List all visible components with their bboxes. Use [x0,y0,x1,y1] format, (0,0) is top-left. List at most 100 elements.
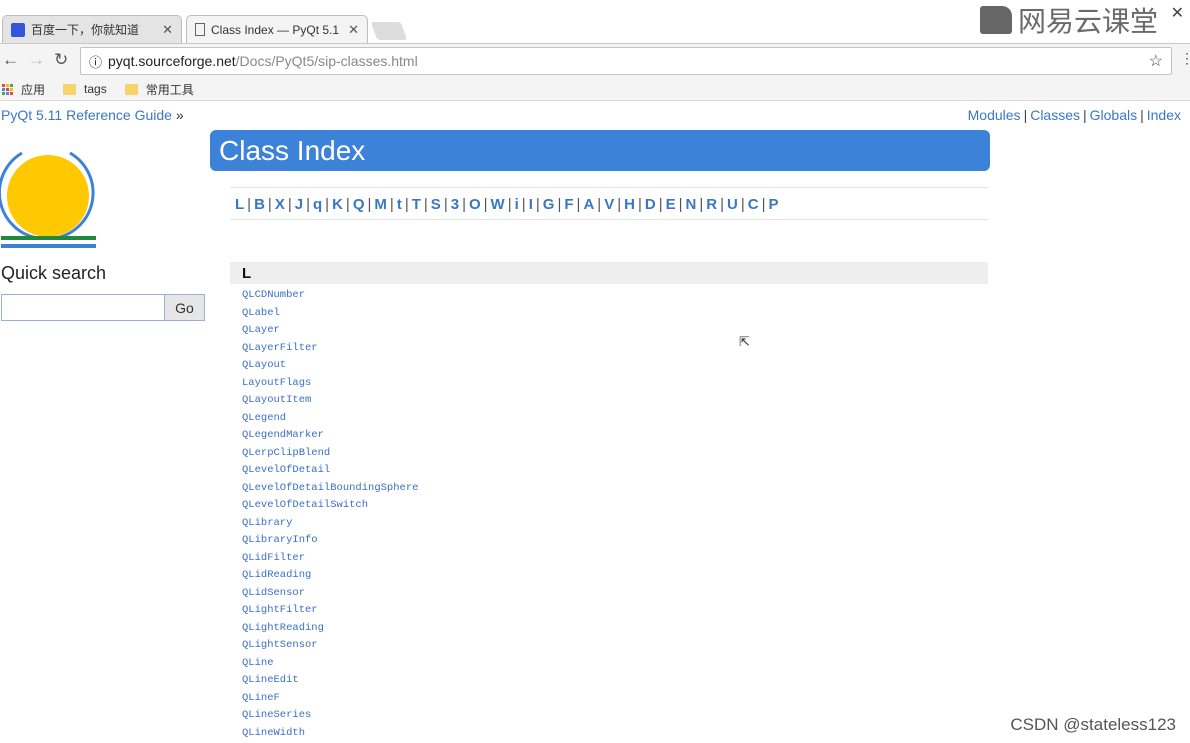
class-link[interactable]: QLibraryInfo [242,532,418,550]
class-link[interactable]: QLevelOfDetailSwitch [242,497,418,515]
page-title: Class Index [210,130,990,171]
class-link[interactable]: QLidReading [242,567,418,585]
class-link[interactable]: QLegend [242,410,418,428]
class-link[interactable]: LayoutFlags [242,375,418,393]
bookmark-apps[interactable]: 应用 [0,81,45,98]
letter-link[interactable]: V [604,196,614,213]
letter-link[interactable]: A [583,196,594,213]
folder-icon [124,83,138,95]
star-icon[interactable]: ☆ [1149,51,1163,71]
info-icon[interactable]: ⓘ [89,52,102,71]
window-close-icon[interactable]: ✕ [1171,3,1184,23]
letter-link[interactable]: q [313,196,322,213]
letter-link[interactable]: t [397,196,402,213]
menu-icon[interactable]: ⋮ [1180,50,1190,67]
letter-separator: | [483,196,488,213]
letter-link[interactable]: N [686,196,697,213]
link-index[interactable]: Index [1147,107,1181,123]
section-heading: L [230,262,988,284]
letter-separator: | [507,196,512,213]
letter-link[interactable]: S [431,196,441,213]
class-link[interactable]: QLightReading [242,620,418,638]
class-link[interactable]: QLineF [242,690,418,708]
tab-baidu[interactable]: 百度一下，你就知道 ✕ [2,15,182,43]
top-nav: Modules | Classes | Globals | Index [967,107,1181,123]
class-link[interactable]: QLayout [242,357,418,375]
letter-link[interactable]: P [769,196,779,213]
letter-index: L | B | X | J | q | K | Q | M | t | T | S | 3 | O | W | i | I | G | F | A | V |… [230,187,988,220]
letter-link[interactable]: D [645,196,656,213]
letter-link[interactable]: M [374,196,387,213]
class-link[interactable]: QLightSensor [242,637,418,655]
letter-separator: | [345,196,350,213]
breadcrumb-link[interactable]: PyQt 5.11 Reference Guide [1,107,172,123]
class-link[interactable]: QLevelOfDetail [242,462,418,480]
letter-separator: | [576,196,581,213]
pyqt-logo[interactable] [0,150,98,250]
new-tab-button[interactable] [370,22,408,40]
class-link[interactable]: QLabel [242,305,418,323]
class-link[interactable]: QLerpClipBlend [242,445,418,463]
letter-link[interactable]: i [515,196,519,213]
letter-link[interactable]: J [295,196,303,213]
class-link[interactable]: QLayerFilter [242,340,418,358]
paw-icon [11,22,25,37]
link-globals[interactable]: Globals [1090,107,1137,123]
watermark-csdn: CSDN @stateless123 [1010,715,1176,734]
letter-link[interactable]: X [275,196,285,213]
link-modules[interactable]: Modules [968,107,1021,123]
class-link[interactable]: QLidSensor [242,585,418,603]
class-link[interactable]: QLine [242,655,418,673]
letter-separator: | [247,196,252,213]
letter-link[interactable]: F [564,196,573,213]
reload-icon[interactable]: ↻ [54,50,68,70]
class-link[interactable]: QLayoutItem [242,392,418,410]
letter-link[interactable]: U [727,196,738,213]
go-button[interactable]: Go [164,294,205,321]
class-link[interactable]: QLineWidth [242,725,418,743]
letter-link[interactable]: R [706,196,717,213]
class-link[interactable]: QLightFilter [242,602,418,620]
letter-separator: | [325,196,330,213]
link-classes[interactable]: Classes [1030,107,1080,123]
bookmark-tools[interactable]: 常用工具 [124,81,194,98]
letter-link[interactable]: B [254,196,265,213]
letter-link[interactable]: H [624,196,635,213]
browser-toolbar: ← → ↻ ⓘ pyqt.sourceforge.net/Docs/PyQt5/… [0,43,1190,101]
letter-link[interactable]: I [529,196,533,213]
letter-link[interactable]: 3 [451,196,459,213]
class-link[interactable]: QLevelOfDetailBoundingSphere [242,480,418,498]
letter-separator: | [557,196,562,213]
back-icon[interactable]: ← [2,50,19,70]
letter-link[interactable]: K [332,196,343,213]
bookmark-tags[interactable]: tags [63,82,107,96]
close-icon[interactable]: ✕ [162,22,173,38]
letter-separator: | [597,196,602,213]
address-bar[interactable]: ⓘ pyqt.sourceforge.net/Docs/PyQt5/sip-cl… [80,47,1172,75]
class-link[interactable]: QLCDNumber [242,287,418,305]
letter-link[interactable]: Q [353,196,365,213]
class-link[interactable]: QLineSeries [242,707,418,725]
tab-class-index[interactable]: Class Index — PyQt 5.1 ✕ [186,15,368,43]
forward-icon[interactable]: → [28,50,45,70]
letter-link[interactable]: E [666,196,676,213]
breadcrumb-separator: » [175,107,184,123]
class-link[interactable]: QLibrary [242,515,418,533]
class-link[interactable]: QLidFilter [242,550,418,568]
quick-search-input[interactable] [1,294,165,321]
letter-link[interactable]: L [235,196,244,213]
class-link[interactable]: QLineEdit [242,672,418,690]
letter-separator: | [306,196,310,213]
tab-label: 百度一下，你就知道 [31,23,140,37]
letter-link[interactable]: W [491,196,505,213]
letter-link[interactable]: C [748,196,759,213]
close-icon[interactable]: ✕ [348,22,359,38]
letter-separator: | [535,196,540,213]
apps-icon [2,83,13,95]
class-link[interactable]: QLegendMarker [242,427,418,445]
letter-link[interactable]: G [543,196,555,213]
class-link[interactable]: QLayer [242,322,418,340]
letter-separator: | [389,196,394,213]
letter-link[interactable]: T [412,196,421,213]
letter-link[interactable]: O [469,196,481,213]
